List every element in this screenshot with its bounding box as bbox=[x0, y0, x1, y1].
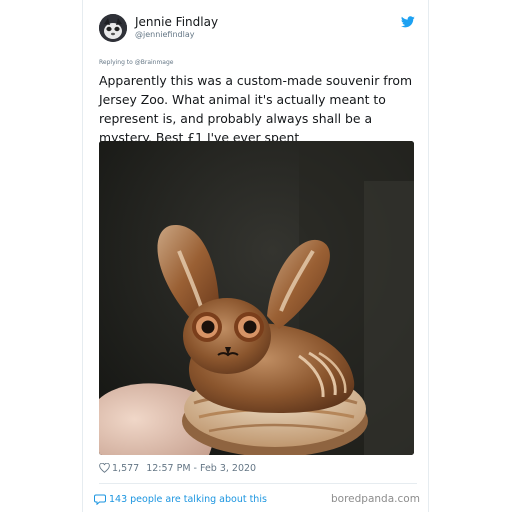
avatar[interactable] bbox=[99, 14, 127, 42]
author-name[interactable]: Jennie Findlay bbox=[135, 15, 218, 29]
divider bbox=[99, 483, 417, 484]
conversation-link[interactable]: 143 people are talking about this bbox=[94, 492, 267, 506]
tweet-photo[interactable] bbox=[99, 141, 414, 455]
like-count[interactable]: 1,577 bbox=[112, 463, 139, 474]
tweet-timestamp[interactable]: 12:57 PM - Feb 3, 2020 bbox=[146, 463, 256, 474]
tweet-card: Jennie Findlay @jenniefindlay Replying t… bbox=[82, 0, 429, 512]
replying-to[interactable]: Replying to @Brainmage bbox=[99, 59, 173, 66]
speech-bubble-icon bbox=[94, 494, 106, 505]
twitter-icon[interactable] bbox=[401, 16, 415, 28]
tweet-header: Jennie Findlay @jenniefindlay bbox=[99, 14, 417, 44]
author-handle[interactable]: @jenniefindlay bbox=[135, 30, 194, 39]
tweet-text: Apparently this was a custom-made souven… bbox=[99, 73, 413, 145]
conversation-count[interactable]: 143 people are talking about this bbox=[109, 494, 267, 505]
tweet-meta: 1,577 12:57 PM - Feb 3, 2020 bbox=[99, 461, 256, 475]
watermark: boredpanda.com bbox=[331, 493, 420, 505]
heart-icon[interactable] bbox=[99, 463, 110, 473]
